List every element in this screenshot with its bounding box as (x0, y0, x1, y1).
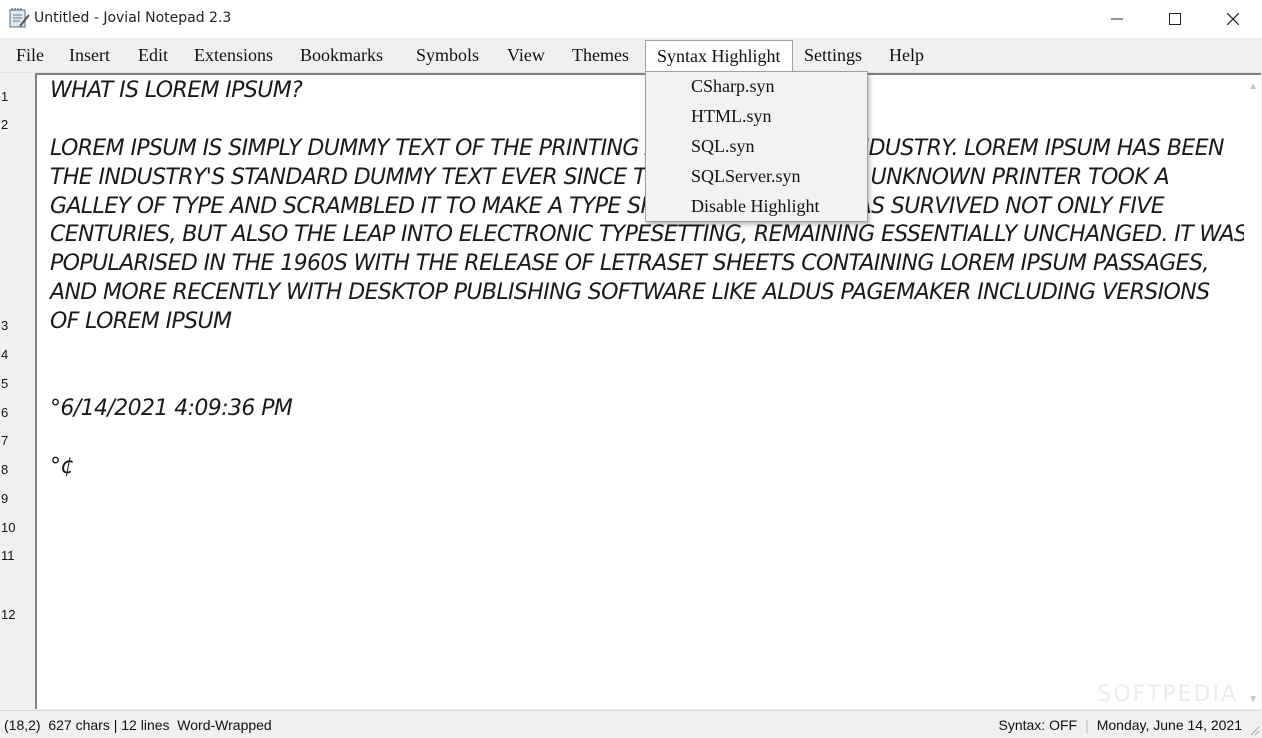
close-icon (1227, 13, 1239, 25)
menu-edit[interactable]: Edit (134, 43, 172, 67)
editor-line: AND MORE RECENTLY WITH DESKTOP PUBLISHIN… (50, 280, 1210, 306)
menu-item-csharp-syn[interactable]: CSharp.syn (691, 76, 775, 97)
menu-bar: File Insert Edit Extensions Bookmarks Sy… (0, 38, 1262, 73)
menu-symbols[interactable]: Symbols (412, 43, 483, 67)
line-number: 10 (1, 520, 16, 535)
menu-syntax-highlight[interactable]: Syntax Highlight (645, 40, 793, 71)
menu-extensions[interactable]: Extensions (190, 43, 277, 67)
menu-item-sql-syn[interactable]: SQL.syn (691, 136, 755, 157)
line-number: 7 (1, 433, 9, 448)
notepad-app-icon[interactable] (8, 7, 30, 29)
menu-file[interactable]: File (12, 43, 48, 67)
status-right: Syntax: OFF | Monday, June 14, 2021 (998, 717, 1242, 733)
line-number: 5 (1, 376, 9, 391)
line-number-gutter: 1 2 3 4 5 6 7 8 9 10 11 12 (0, 73, 34, 709)
line-number: 12 (1, 607, 16, 622)
maximize-icon (1169, 13, 1181, 25)
word-wrap-status: Word-Wrapped (177, 717, 272, 733)
line-number: 9 (1, 491, 9, 506)
menu-item-sqlserver-syn[interactable]: SQLServer.syn (691, 166, 801, 187)
menu-settings[interactable]: Settings (800, 43, 866, 67)
minimize-icon (1111, 18, 1123, 20)
cursor-position: (18,2) (4, 717, 41, 733)
syntax-highlight-dropdown: CSharp.syn HTML.syn SQL.syn SQLServer.sy… (645, 71, 868, 222)
line-number: 6 (1, 405, 9, 420)
line-number: 3 (1, 318, 9, 333)
scroll-down-arrow-icon[interactable]: ▼ (1248, 694, 1258, 705)
line-number: 2 (1, 117, 9, 132)
editor-line: OF LOREM IPSUM (50, 309, 232, 335)
softpedia-watermark: SOFTPEDIA (1097, 682, 1238, 707)
syntax-status: Syntax: OFF (998, 717, 1078, 733)
line-number: 11 (1, 548, 15, 563)
menu-insert[interactable]: Insert (65, 43, 114, 67)
editor-line: °¢ (50, 453, 74, 479)
close-button[interactable] (1204, 0, 1262, 38)
window-title: Untitled - Jovial Notepad 2.3 (34, 10, 232, 26)
minimize-button[interactable] (1088, 0, 1146, 38)
line-number: 1 (1, 89, 9, 104)
menu-help[interactable]: Help (885, 43, 928, 67)
maximize-button[interactable] (1146, 0, 1204, 38)
editor-line: °6/14/2021 4:09:36 PM (50, 395, 293, 421)
editor-line: CENTURIES, BUT ALSO THE LEAP INTO ELECTR… (50, 222, 1248, 248)
title-bar: Untitled - Jovial Notepad 2.3 (0, 0, 1262, 38)
char-line-count: 627 chars | 12 lines (48, 717, 170, 733)
status-date: Monday, June 14, 2021 (1096, 717, 1242, 733)
status-separator: | (1085, 717, 1089, 733)
status-left: (18,2) 627 chars | 12 lines Word-Wrapped (4, 717, 272, 733)
editor-line: POPULARISED IN THE 1960S WITH THE RELEAS… (50, 251, 1209, 277)
resize-grip-icon[interactable] (1248, 724, 1260, 736)
menu-item-disable-highlight[interactable]: Disable Highlight (691, 196, 820, 217)
line-number: 4 (1, 347, 9, 362)
vertical-scrollbar[interactable]: ▲ ▼ (1244, 75, 1261, 709)
line-number: 8 (1, 462, 9, 477)
menu-bookmarks[interactable]: Bookmarks (296, 43, 387, 67)
menu-themes[interactable]: Themes (568, 43, 633, 67)
scroll-up-arrow-icon[interactable]: ▲ (1248, 81, 1258, 92)
menu-view[interactable]: View (503, 43, 549, 67)
status-bar: (18,2) 627 chars | 12 lines Word-Wrapped… (0, 710, 1262, 738)
menu-item-html-syn[interactable]: HTML.syn (691, 106, 772, 127)
